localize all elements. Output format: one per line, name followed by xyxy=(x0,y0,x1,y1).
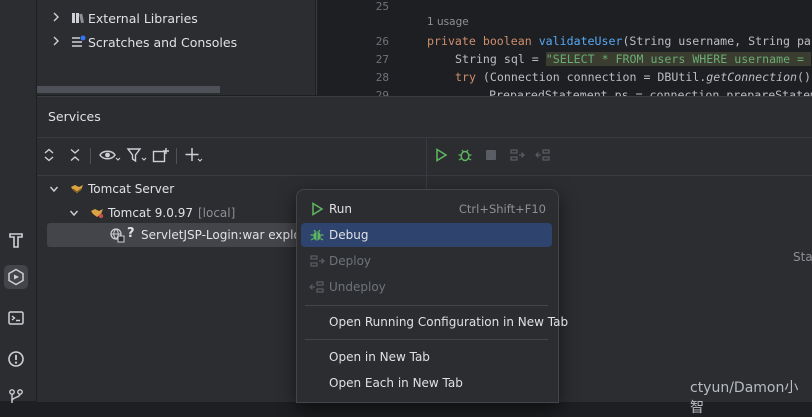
menu-item-label: Undeploy xyxy=(329,280,386,294)
line-number: 28 xyxy=(375,71,389,84)
line-number: 25 xyxy=(375,0,389,13)
libraries-icon xyxy=(70,10,86,29)
undeploy-icon xyxy=(309,279,325,295)
code-line-28: try (Connection connection = DBUtil.getC… xyxy=(455,70,812,84)
chevron-down-icon[interactable] xyxy=(69,208,81,218)
artifact-deploy-icon xyxy=(109,227,125,247)
tomcat-icon xyxy=(70,183,84,195)
horizontal-scrollbar[interactable] xyxy=(37,86,220,93)
tree-item-label: External Libraries xyxy=(88,10,198,26)
line-number: 26 xyxy=(375,35,389,48)
menu-item-open-each-in-new-tab[interactable]: Open Each in New Tab xyxy=(301,371,552,395)
git-tool-icon[interactable] xyxy=(4,384,28,408)
tomcat-icon xyxy=(90,207,104,219)
services-tool-icon[interactable] xyxy=(4,265,28,289)
terminal-tool-icon[interactable] xyxy=(4,306,28,330)
services-title: Services xyxy=(48,109,101,124)
menu-item-run[interactable]: Run Ctrl+Shift+F10 xyxy=(301,197,552,221)
line-number: 27 xyxy=(375,53,389,66)
new-group-icon[interactable] xyxy=(150,145,172,165)
tool-window-strip xyxy=(0,0,37,403)
menu-item-debug[interactable]: Debug xyxy=(301,223,552,247)
tree-item-tomcat-instance[interactable]: Tomcat 9.0.97 [local] xyxy=(69,202,235,224)
chevron-right-icon[interactable] xyxy=(51,35,61,50)
line-gutter: 25 26 27 28 29 xyxy=(317,0,399,102)
menu-item-open-in-new-tab[interactable]: Open in New Tab xyxy=(301,345,552,369)
tree-item-label: Tomcat 9.0.97 xyxy=(108,206,193,220)
debug-icon[interactable] xyxy=(455,145,475,165)
menu-item-open-running-config[interactable]: Open Running Configuration in New Tab xyxy=(301,310,568,334)
menu-item-shortcut: Ctrl+Shift+F10 xyxy=(458,202,546,216)
menu-item-undeploy: Undeploy xyxy=(301,275,552,299)
unknown-status-label: ? xyxy=(127,226,135,241)
tree-item-tomcat-server[interactable]: Tomcat Server xyxy=(49,178,174,200)
menu-item-label: Open Each in New Tab xyxy=(329,376,463,390)
chevron-down-icon[interactable] xyxy=(49,184,61,194)
code-editor[interactable]: 25 26 27 28 29 1 usage private boolean v… xyxy=(316,0,812,102)
divider xyxy=(37,175,426,176)
undeploy-icon xyxy=(533,145,553,165)
project-tree: External Libraries Scratches and Console… xyxy=(37,0,315,95)
tree-item-suffix: [local] xyxy=(197,206,236,220)
code-line-27: String sql = "SELECT * FROM users WHERE … xyxy=(455,52,811,66)
menu-item-label: Open in New Tab xyxy=(329,350,430,364)
debug-icon xyxy=(309,227,325,243)
divider xyxy=(427,175,812,176)
usage-hint[interactable]: 1 usage xyxy=(427,16,469,28)
tree-item-label: Tomcat Server xyxy=(88,182,175,196)
menu-item-label: Run xyxy=(329,202,353,216)
code-line-26: private boolean validateUser(String user… xyxy=(427,34,811,48)
add-service-icon[interactable] xyxy=(183,145,205,165)
scratches-icon xyxy=(70,34,86,53)
toolbar-separator xyxy=(90,148,91,164)
menu-item-label: Open Running Configuration in New Tab xyxy=(329,315,569,329)
chevron-right-icon[interactable] xyxy=(51,11,61,26)
deploy-icon xyxy=(309,253,325,269)
menu-separator xyxy=(305,339,548,340)
tree-item-label: ServletJSP-Login:war explode xyxy=(141,228,316,242)
problems-tool-icon[interactable] xyxy=(4,347,28,371)
status-text: Star xyxy=(793,250,812,264)
expand-all-icon[interactable] xyxy=(39,145,59,165)
deploy-icon xyxy=(507,145,527,165)
stop-icon xyxy=(481,145,501,165)
collapse-all-icon[interactable] xyxy=(65,145,85,165)
tree-item-label: Scratches and Consoles xyxy=(88,34,238,50)
menu-item-deploy: Deploy xyxy=(301,249,552,273)
toolbar-separator xyxy=(176,148,177,164)
context-menu: Run Ctrl+Shift+F10 Debug Deploy Undeploy… xyxy=(296,189,568,403)
menu-item-label: Deploy xyxy=(329,254,372,268)
filter-icon[interactable] xyxy=(125,145,149,165)
watermark-text: ctyun/Damon小智 xyxy=(690,380,799,416)
menu-item-label: Debug xyxy=(329,228,369,242)
build-tool-icon[interactable] xyxy=(4,228,28,252)
run-icon[interactable] xyxy=(431,145,451,165)
view-options-icon[interactable] xyxy=(98,145,122,165)
run-icon xyxy=(309,201,325,217)
menu-separator xyxy=(305,305,548,306)
